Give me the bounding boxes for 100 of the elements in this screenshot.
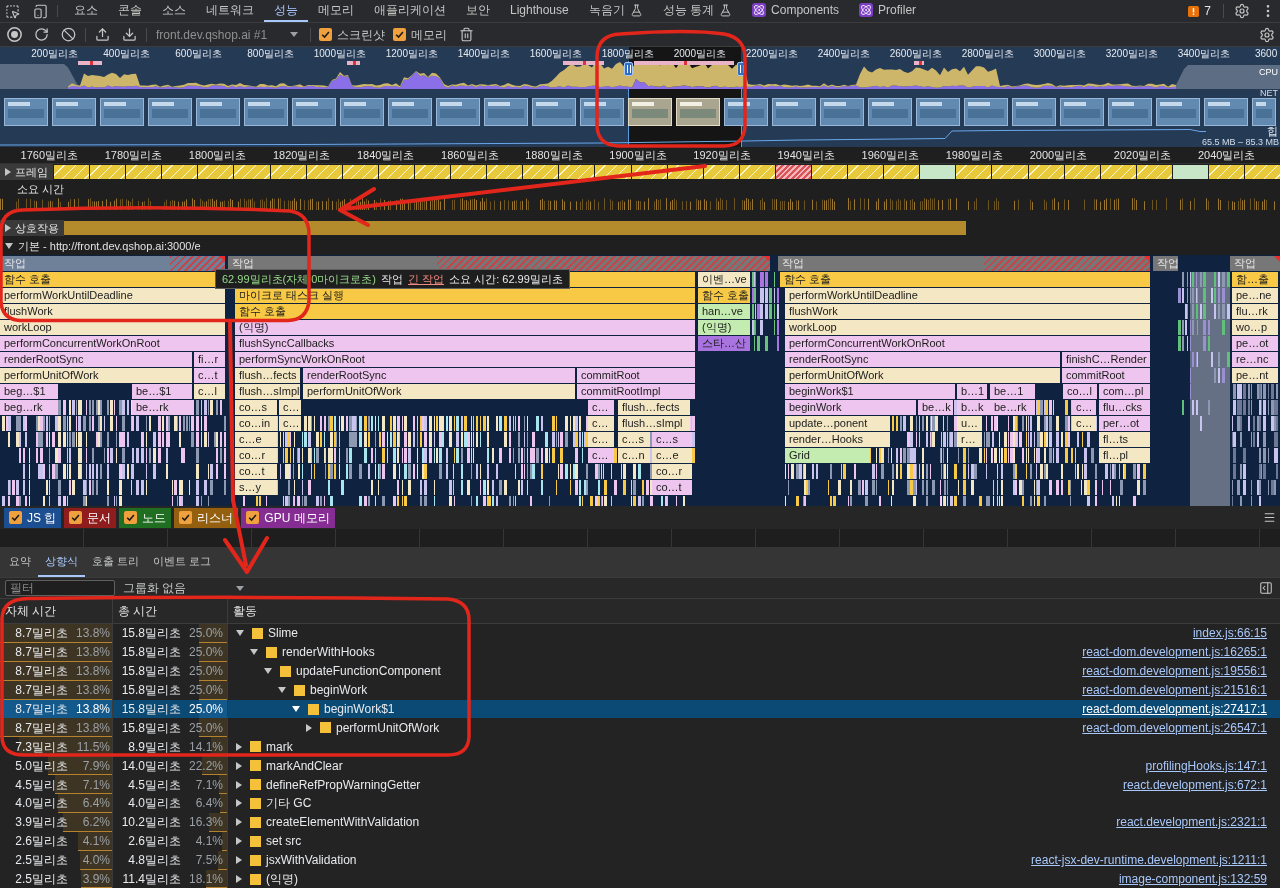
- checkbox-label: 스크린샷: [337, 26, 385, 44]
- total-time: 11.4밀리초: [121, 871, 181, 888]
- total-percent: 14.1%: [187, 738, 223, 756]
- time-label: 1920밀리초: [693, 149, 751, 161]
- activity-name: beginWork$1: [324, 701, 395, 718]
- activity-name: jsxWithValidation: [266, 852, 357, 870]
- total-time: 15.8밀리초: [120, 719, 181, 737]
- self-time: 8.7밀리초: [14, 644, 68, 662]
- total-percent: 25.0%: [187, 625, 223, 643]
- total-percent: 25.0%: [187, 682, 223, 700]
- track-label: 소요 시간: [17, 181, 65, 197]
- time-label: 1860밀리초: [441, 149, 499, 161]
- activity-name: renderWithHooks: [282, 644, 375, 662]
- checkbox-label: 메모리: [411, 26, 447, 44]
- time-label: 2020밀리초: [1113, 149, 1172, 161]
- total-percent: 25.0%: [187, 719, 223, 737]
- self-percent: 13.8%: [74, 719, 110, 737]
- time-label: 3400밀리초: [1177, 48, 1230, 59]
- self-percent: 13.8%: [74, 625, 110, 643]
- activity-name: beginWork: [310, 682, 368, 700]
- self-time: 8.7밀리초: [14, 701, 68, 718]
- time-label: 1800밀리초: [188, 149, 247, 161]
- time-label: 400밀리초: [103, 48, 150, 59]
- total-percent: 25.0%: [187, 644, 223, 662]
- self-percent: 6.2%: [81, 814, 110, 832]
- self-time: 2.6밀리초: [14, 833, 68, 851]
- time-label: 3200밀리초: [1105, 48, 1158, 59]
- total-percent: 25.0%: [187, 663, 223, 681]
- activity-name: markAndClear: [266, 757, 343, 775]
- time-label: 2400밀리초: [817, 48, 870, 59]
- time-label: 800밀리초: [247, 48, 294, 59]
- self-time: 3.9밀리초: [14, 814, 68, 832]
- total-time: 15.8밀리초: [120, 682, 181, 700]
- total-percent: 18.1%: [187, 871, 223, 888]
- time-label: 1600밀리초: [529, 48, 582, 59]
- time-label: 200밀리초: [31, 48, 78, 59]
- time-label: 1760밀리초: [20, 149, 79, 161]
- tooltip-duration: 62.99밀리초(자체 0마이크로초): [222, 271, 377, 287]
- time-label: 2600밀리초: [889, 48, 942, 59]
- total-time: 10.2밀리초: [120, 814, 181, 832]
- time-label: 1880밀리초: [525, 149, 583, 161]
- activity-name: updateFunctionComponent: [296, 663, 441, 681]
- activity-name: defineRefPropWarningGetter: [266, 776, 421, 794]
- time-label: 1960밀리초: [861, 149, 920, 161]
- total-time: 15.8밀리초: [120, 701, 181, 718]
- total-time: 4.5밀리초: [127, 776, 181, 794]
- self-time: 7.3밀리초: [14, 738, 68, 756]
- activity-name: Slime: [268, 625, 298, 643]
- self-percent: 13.8%: [74, 701, 110, 718]
- time-label: 1780밀리초: [104, 149, 163, 161]
- tooltip-title: 작업: [381, 271, 404, 287]
- self-percent: 6.4%: [81, 795, 110, 813]
- total-percent: 22.2%: [187, 757, 223, 775]
- self-time: 2.5밀리초: [14, 852, 68, 870]
- total-time: 15.8밀리초: [120, 644, 181, 662]
- total-time: 8.9밀리초: [127, 738, 181, 756]
- total-percent: 7.5%: [194, 852, 223, 870]
- activity-name: createElementWithValidation: [266, 814, 420, 832]
- self-time: 4.5밀리초: [14, 776, 68, 794]
- total-time: 14.0밀리초: [120, 757, 181, 775]
- self-time: 8.7밀리초: [14, 663, 68, 681]
- total-time: 2.6밀리초: [127, 833, 181, 851]
- self-time: 2.5밀리초: [14, 871, 68, 888]
- time-label: 1000밀리초: [313, 48, 366, 59]
- time-label: 2000밀리초: [1029, 149, 1088, 161]
- total-percent: 7.1%: [194, 776, 223, 794]
- total-time: 4.0밀리초: [127, 795, 181, 813]
- heap-range-label: 65.5 MB – 85.3 MB: [1201, 138, 1279, 147]
- net-label: NET: [1260, 89, 1278, 98]
- time-label: 1400밀리초: [457, 48, 510, 59]
- activity-name: (익명): [266, 871, 298, 888]
- total-percent: 4.1%: [194, 833, 223, 851]
- total-time: 15.8밀리초: [120, 625, 181, 643]
- time-label: 2040밀리초: [1197, 149, 1256, 161]
- time-label: 1820밀리초: [272, 149, 331, 161]
- time-label: 1840밀리초: [357, 149, 415, 161]
- time-label: 1200밀리초: [385, 48, 438, 59]
- self-time: 4.0밀리초: [14, 795, 68, 813]
- time-label: 1800밀리초: [601, 48, 654, 59]
- total-time: 4.8밀리초: [127, 852, 181, 870]
- time-label: 600밀리초: [175, 48, 222, 59]
- time-label: 3600: [1255, 48, 1278, 59]
- self-percent: 7.1%: [81, 776, 110, 794]
- activity-name: set src: [266, 833, 302, 851]
- total-percent: 6.4%: [194, 795, 223, 813]
- activity-name: mark: [266, 738, 293, 756]
- self-percent: 4.1%: [81, 833, 110, 851]
- self-time: 8.7밀리초: [14, 625, 68, 643]
- total-percent: 25.0%: [187, 701, 223, 718]
- total-percent: 16.3%: [187, 814, 223, 832]
- self-percent: 3.9%: [81, 871, 110, 888]
- time-label: 2000밀리초: [673, 48, 726, 59]
- time-label: 2200밀리초: [745, 48, 798, 59]
- heap-label: 힙: [1267, 126, 1278, 137]
- total-time: 15.8밀리초: [120, 663, 181, 681]
- time-label: 2800밀리초: [961, 48, 1014, 59]
- self-percent: 13.8%: [74, 644, 110, 662]
- time-label: 3000밀리초: [1033, 48, 1086, 59]
- self-time: 5.0밀리초: [14, 757, 68, 775]
- self-percent: 11.5%: [75, 738, 110, 756]
